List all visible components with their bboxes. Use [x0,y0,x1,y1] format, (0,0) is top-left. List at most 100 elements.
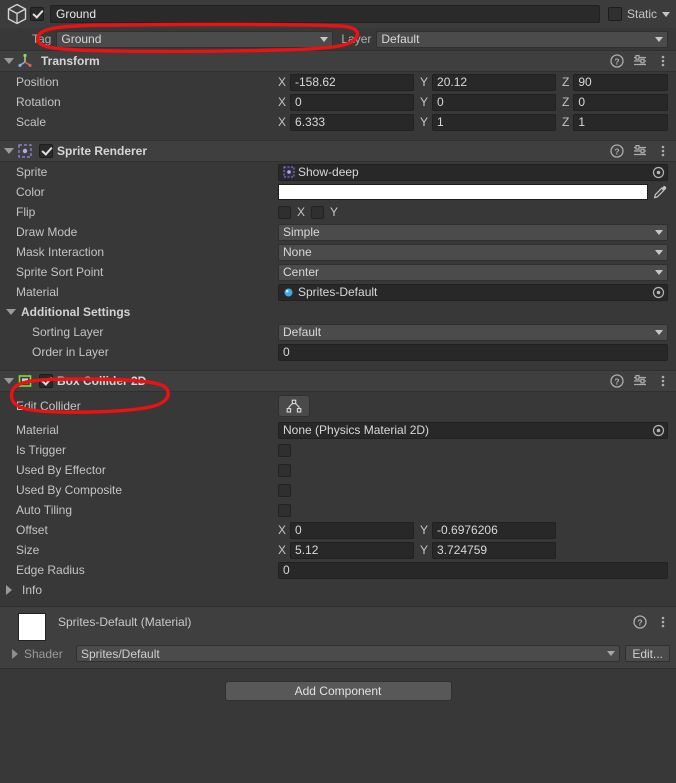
shader-dropdown[interactable]: Sprites/Default [76,645,621,662]
help-icon[interactable]: ? [610,374,624,388]
flip-row: Flip X Y [0,202,676,222]
draw-mode-value: Simple [283,225,320,239]
component-menu-icon[interactable] [656,54,670,68]
is-trigger-checkbox[interactable] [278,443,291,457]
shader-edit-button[interactable]: Edit... [625,645,670,662]
edge-radius-input[interactable]: 0 [278,561,668,579]
used-by-effector-checkbox[interactable] [278,463,291,477]
sprite-renderer-foldout-icon[interactable] [4,148,14,154]
position-label: Position [16,75,59,89]
sr-material-value: Sprites-Default [298,285,378,299]
box-collider-2d-icon [17,373,33,389]
scale-z-input[interactable]: 1 [573,113,668,131]
info-foldout-row[interactable]: Info [0,580,676,600]
rotation-x-input[interactable]: 0 [290,93,415,111]
used-by-composite-checkbox[interactable] [278,483,291,497]
size-x-value: 5.12 [295,543,319,557]
rotation-y-input[interactable]: 0 [432,93,557,111]
layer-dropdown[interactable]: Default [376,30,668,48]
sprite-sort-point-row: Sprite Sort Point Center [0,262,676,282]
scale-y-axis-label: Y [420,115,429,129]
tag-dropdown[interactable]: Ground [56,30,334,48]
component-menu-icon[interactable] [656,144,670,158]
component-menu-icon[interactable] [656,374,670,388]
static-checkbox[interactable] [607,7,622,21]
sprite-object-field[interactable]: Show-deep [278,163,668,181]
info-foldout-icon[interactable] [6,585,16,595]
used-by-composite-label: Used By Composite [16,483,123,497]
offset-x-input[interactable]: 0 [290,521,415,539]
static-control[interactable]: Static [607,7,672,21]
flip-x-label: X [297,205,306,219]
material-foldout-icon[interactable] [12,648,18,659]
sprite-row: Sprite Show-deep [0,162,676,182]
edit-collider-button[interactable] [278,395,310,417]
mask-interaction-value: None [283,245,312,259]
sprite-renderer-header-icons: ? [610,144,670,158]
eyedropper-icon[interactable] [652,184,668,200]
component-header-transform[interactable]: Transform ? [0,50,676,72]
layer-value: Default [381,32,420,46]
help-icon[interactable]: ? [633,615,647,629]
flip-y-checkbox[interactable] [311,205,325,219]
scale-x-value: 6.333 [295,115,326,129]
sprite-sort-point-value: Center [283,265,320,279]
collider-material-label: Material [16,423,59,437]
unity-inspector-panel: Ground Static Tag Ground Layer Default T… [0,0,676,783]
sorting-layer-dropdown[interactable]: Default [278,323,668,341]
gameobject-enabled-checkbox[interactable] [30,7,44,21]
edit-collider-row: Edit Collider [0,392,676,420]
add-component-button[interactable]: Add Component [224,681,452,701]
preset-icon[interactable] [633,144,647,158]
position-z-input[interactable]: 90 [573,73,668,91]
auto-tiling-checkbox[interactable] [278,503,291,517]
sprite-sort-point-dropdown[interactable]: Center [278,263,668,281]
transform-foldout-icon[interactable] [4,58,14,64]
position-z-value: 90 [578,75,592,89]
order-in-layer-input[interactable]: 0 [278,343,668,361]
color-swatch-field[interactable] [278,184,648,200]
scale-y-input[interactable]: 1 [432,113,557,131]
component-header-box-collider-2d[interactable]: Box Collider 2D ? [0,370,676,392]
size-y-value: 3.724759 [437,543,488,557]
rotation-label: Rotation [16,95,61,109]
additional-settings-row[interactable]: Additional Settings [0,302,676,322]
component-menu-icon[interactable] [656,615,670,629]
mask-interaction-dropdown[interactable]: None [278,243,668,261]
preset-icon[interactable] [633,374,647,388]
is-trigger-row: Is Trigger [0,440,676,460]
collider-material-object-picker-icon[interactable] [652,424,665,437]
draw-mode-dropdown[interactable]: Simple [278,223,668,241]
box-collider-2d-foldout-icon[interactable] [4,378,14,384]
help-icon[interactable]: ? [610,144,624,158]
sorting-layer-row: Sorting Layer Default [0,322,676,342]
chevron-down-icon [655,249,663,255]
tag-layer-row: Tag Ground Layer Default [0,28,676,50]
order-in-layer-label: Order in Layer [32,345,109,359]
sr-material-object-field[interactable]: Sprites-Default [278,283,668,301]
static-chevron-down-icon[interactable] [662,11,670,17]
gameobject-name-input[interactable]: Ground [50,5,600,23]
box-collider-2d-enabled-checkbox[interactable] [39,374,53,388]
preset-icon[interactable] [633,54,647,68]
offset-y-input[interactable]: -0.6976206 [432,521,557,539]
sr-material-object-picker-icon[interactable] [652,286,665,299]
scale-x-input[interactable]: 6.333 [290,113,415,131]
sr-material-label: Material [16,285,59,299]
help-icon[interactable]: ? [610,54,624,68]
position-x-input[interactable]: -158.62 [290,73,415,91]
additional-settings-foldout-icon[interactable] [6,309,16,315]
auto-tiling-label: Auto Tiling [16,503,73,517]
used-by-composite-row: Used By Composite [0,480,676,500]
collider-material-object-field[interactable]: None (Physics Material 2D) [278,421,668,439]
rotation-z-input[interactable]: 0 [573,93,668,111]
size-x-input[interactable]: 5.12 [290,541,415,559]
position-x-axis-label: X [278,75,287,89]
mask-interaction-row: Mask Interaction None [0,242,676,262]
sprite-renderer-enabled-checkbox[interactable] [39,144,53,158]
sprite-object-picker-icon[interactable] [652,166,665,179]
flip-x-checkbox[interactable] [278,205,291,219]
size-y-input[interactable]: 3.724759 [432,541,557,559]
component-header-sprite-renderer[interactable]: Sprite Renderer ? [0,140,676,162]
position-y-input[interactable]: 20.12 [432,73,557,91]
